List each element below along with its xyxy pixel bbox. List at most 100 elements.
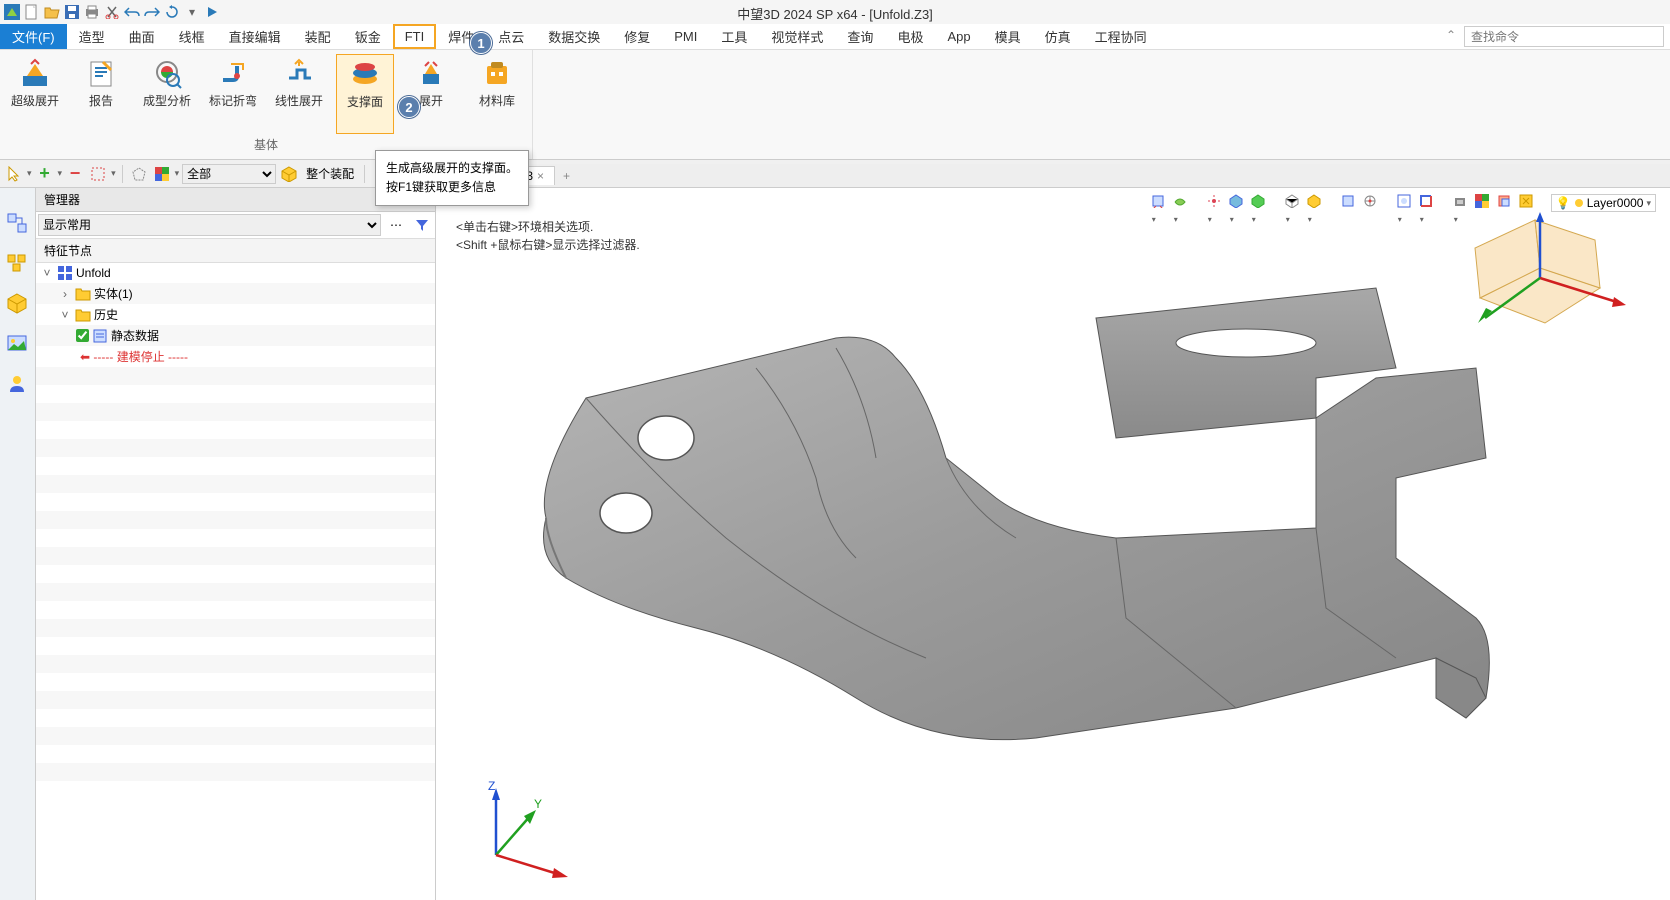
panel-section-header: 特征节点	[36, 239, 435, 263]
select-rect-icon[interactable]	[88, 164, 108, 184]
tree-row[interactable]: ›实体(1)	[36, 283, 435, 304]
tab-data-exchange[interactable]: 数据交换	[536, 24, 612, 49]
tooltip: 生成高级展开的支撑面。 按F1键获取更多信息	[375, 150, 529, 206]
cube-yellow-icon[interactable]	[279, 164, 299, 184]
btn-report-label: 报告	[89, 94, 113, 108]
tree-row[interactable]: ˅Unfold	[36, 263, 435, 283]
tab-tools[interactable]: 工具	[709, 24, 759, 49]
app-title: 中望3D 2024 SP x64 - [Unfold.Z3]	[737, 4, 933, 23]
undo-icon[interactable]	[124, 4, 140, 20]
btn-material-lib-label: 材料库	[479, 94, 515, 108]
vp-icon-5[interactable]	[1251, 194, 1269, 212]
tab-surface[interactable]: 曲面	[117, 24, 167, 49]
document-bar: Unfold.Z3 × +	[436, 164, 1670, 188]
tree-row[interactable]: 静态数据	[36, 325, 435, 346]
qat-dropdown-icon[interactable]: ▾	[184, 4, 200, 20]
menu-bar: 文件(F) 造型 曲面 线框 直接编辑 装配 钣金 FTI 焊件 点云 数据交换…	[0, 24, 1670, 50]
sb-box-icon[interactable]	[6, 292, 30, 316]
btn-support-face[interactable]: 支撑面	[336, 54, 394, 134]
tab-repair[interactable]: 修复	[612, 24, 662, 49]
color-cube-icon[interactable]	[152, 164, 172, 184]
manager-panel: 管理器 显示常用 ⋯ 特征节点 ˅Unfold ›实体(1) ˅历史 静态数据 …	[36, 188, 436, 900]
app-icon[interactable]	[4, 4, 20, 20]
vp-icon-9[interactable]	[1363, 194, 1381, 212]
vp-icon-2[interactable]	[1173, 194, 1191, 212]
viewport[interactable]: Unfold.Z3 × +	[436, 188, 1670, 900]
filter-select[interactable]: 全部	[182, 164, 276, 184]
callout-2: 2	[398, 96, 420, 118]
tab-query[interactable]: 查询	[835, 24, 885, 49]
tab-sheetmetal[interactable]: 钣金	[343, 24, 393, 49]
tab-pointcloud[interactable]: 点云	[486, 24, 536, 49]
sb-image-icon[interactable]	[6, 332, 30, 356]
vp-icon-1[interactable]	[1151, 194, 1169, 212]
tree-row-stop[interactable]: ⬅ ----- 建模停止 -----	[36, 346, 435, 367]
vp-icon-8[interactable]	[1341, 194, 1359, 212]
tab-wireframe[interactable]: 线框	[167, 24, 217, 49]
sb-user-icon[interactable]	[6, 372, 30, 396]
vp-icon-11[interactable]	[1419, 194, 1437, 212]
sb-tree-icon[interactable]	[6, 212, 30, 236]
btn-report[interactable]: 报告	[72, 54, 130, 134]
add-tab-icon[interactable]: +	[555, 169, 578, 183]
left-sidebar	[0, 188, 36, 900]
tab-collab[interactable]: 工程协同	[1083, 24, 1159, 49]
cut-icon[interactable]	[104, 4, 120, 20]
btn-form-analysis[interactable]: 成型分析	[138, 54, 196, 134]
btn-linear-unfold-label: 线性展开	[275, 94, 323, 108]
vp-icon-3[interactable]	[1207, 194, 1225, 212]
tab-sim[interactable]: 仿真	[1033, 24, 1083, 49]
vp-icon-4[interactable]	[1229, 194, 1247, 212]
btn-linear-unfold[interactable]: 线性展开	[270, 54, 328, 134]
btn-material-lib[interactable]: 材料库	[468, 54, 526, 134]
play-icon[interactable]	[204, 4, 220, 20]
filter-settings-icon[interactable]: ⋯	[385, 214, 407, 236]
tab-pmi[interactable]: PMI	[662, 24, 709, 49]
viewport-hints: <单击右键>环境相关选项. <Shift +鼠标右键>显示选择过滤器.	[456, 218, 640, 254]
close-tab-icon[interactable]: ×	[537, 169, 544, 183]
tab-shape[interactable]: 造型	[67, 24, 117, 49]
btn-mark-bend[interactable]: 标记折弯	[204, 54, 262, 134]
panel-filter-select[interactable]: 显示常用	[38, 214, 381, 236]
main-area: 管理器 显示常用 ⋯ 特征节点 ˅Unfold ›实体(1) ˅历史 静态数据 …	[0, 188, 1670, 900]
command-search[interactable]	[1464, 26, 1664, 47]
tab-assembly[interactable]: 装配	[293, 24, 343, 49]
btn-unfold2[interactable]: 展开	[402, 54, 460, 134]
new-icon[interactable]	[24, 4, 40, 20]
btn-unfold2-label: 展开	[419, 94, 443, 108]
svg-text:Y: Y	[534, 797, 542, 811]
btn-mark-bend-label: 标记折弯	[209, 94, 257, 108]
save-icon[interactable]	[64, 4, 80, 20]
vp-icon-7[interactable]	[1307, 194, 1325, 212]
feature-tree: ˅Unfold ›实体(1) ˅历史 静态数据 ⬅ ----- 建模停止 ---…	[36, 263, 435, 900]
folder-icon	[75, 286, 91, 302]
tab-fti[interactable]: FTI	[393, 24, 437, 49]
tree-row[interactable]: ˅历史	[36, 304, 435, 325]
tab-electrode[interactable]: 电极	[885, 24, 935, 49]
tab-file[interactable]: 文件(F)	[0, 24, 67, 49]
model-view[interactable]	[476, 278, 1536, 798]
tab-mold[interactable]: 模具	[983, 24, 1033, 49]
btn-support-face-label: 支撑面	[347, 95, 383, 109]
remove-icon[interactable]: −	[65, 164, 85, 184]
print-icon[interactable]	[84, 4, 100, 20]
orientation-widget[interactable]	[1450, 208, 1630, 348]
sb-assembly-icon[interactable]	[6, 252, 30, 276]
vp-icon-6[interactable]	[1285, 194, 1303, 212]
poly-icon[interactable]	[129, 164, 149, 184]
open-icon[interactable]	[44, 4, 60, 20]
vp-icon-10[interactable]	[1397, 194, 1415, 212]
add-icon[interactable]: +	[35, 164, 55, 184]
menu-overflow-icon[interactable]: ⌃	[1444, 24, 1458, 49]
btn-super-unfold[interactable]: 超级展开	[6, 54, 64, 134]
filter-funnel-icon[interactable]	[411, 214, 433, 236]
tab-visual-style[interactable]: 视觉样式	[759, 24, 835, 49]
redo-icon[interactable]	[144, 4, 160, 20]
refresh-icon[interactable]	[164, 4, 180, 20]
tab-app[interactable]: App	[935, 24, 982, 49]
cursor-icon[interactable]	[4, 164, 24, 184]
tab-direct-edit[interactable]: 直接编辑	[217, 24, 293, 49]
data-icon	[92, 328, 108, 344]
tree-checkbox[interactable]	[76, 329, 89, 342]
ribbon-group-base: 超级展开 报告 成型分析 标记折弯 线性展开 支撑面 展开 材料库 基体	[0, 50, 533, 159]
